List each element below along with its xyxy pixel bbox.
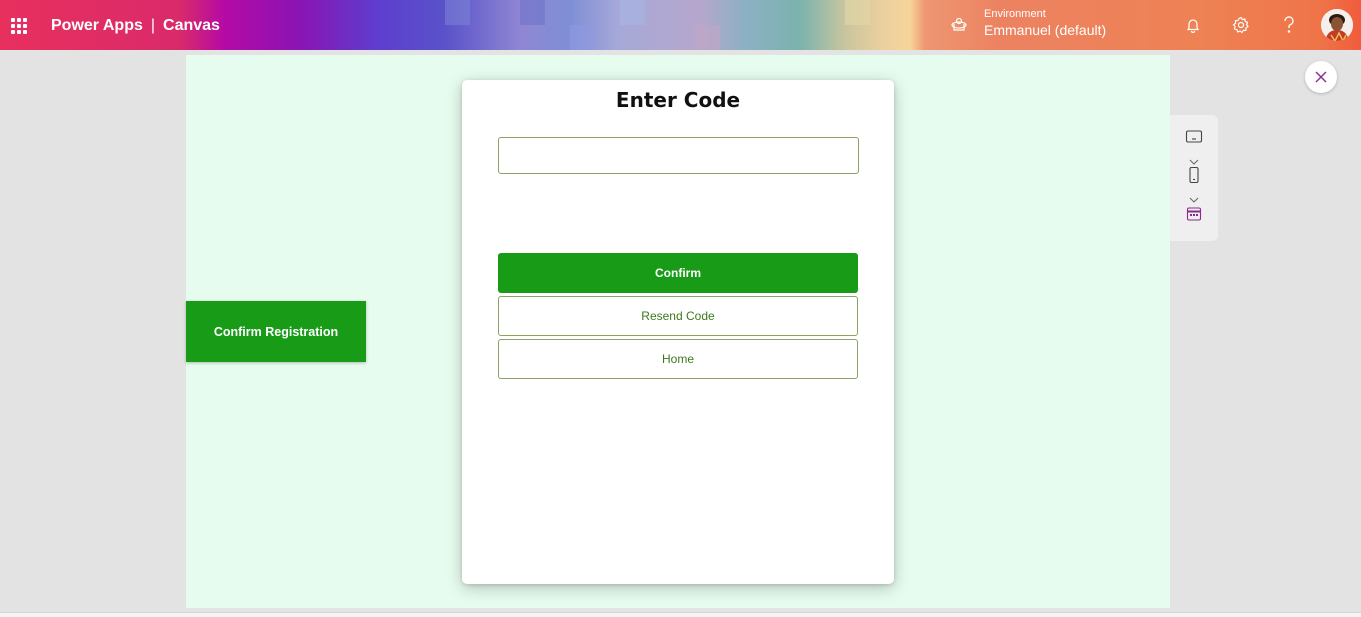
app-name: Power Apps	[51, 17, 143, 34]
enter-code-dialog: Enter Code Confirm Resend Code Home	[462, 80, 894, 584]
home-button[interactable]: Home	[498, 339, 858, 379]
bottom-status-strip	[0, 612, 1361, 617]
header-decor-tile	[570, 25, 595, 50]
close-preview-button[interactable]	[1305, 61, 1337, 93]
brand-separator: |	[150, 17, 156, 34]
dialog-title: Enter Code	[615, 88, 741, 112]
environment-label: Environment	[984, 8, 1046, 20]
confirm-registration-label: Confirm Registration	[186, 301, 366, 362]
header-decor-tile	[695, 25, 720, 50]
phone-icon[interactable]	[1185, 166, 1203, 184]
resend-code-button[interactable]: Resend Code	[498, 296, 858, 336]
environment-selector[interactable]: Emmanuel (default)	[984, 22, 1106, 38]
chevron-down-icon[interactable]	[1188, 151, 1200, 165]
chevron-down-icon[interactable]	[1188, 189, 1200, 203]
environment-icon[interactable]	[950, 16, 968, 34]
app-mode: Canvas	[163, 17, 220, 34]
code-input[interactable]	[498, 137, 859, 174]
avatar[interactable]	[1321, 9, 1353, 41]
gear-icon[interactable]	[1231, 15, 1251, 35]
header-decor-tile	[520, 0, 545, 25]
calendar-icon[interactable]	[1185, 205, 1203, 223]
top-header-bar: Power Apps | Canvas Environment Emmanuel (…	[0, 0, 1361, 50]
header-decor-tile	[845, 0, 870, 25]
help-icon[interactable]	[1279, 15, 1299, 35]
header-decor-tile	[620, 0, 645, 25]
close-icon	[1315, 71, 1327, 83]
app-canvas: Confirm Registration Enter Code Confirm …	[186, 55, 1170, 608]
waffle-icon[interactable]	[11, 18, 27, 34]
tablet-icon[interactable]	[1185, 128, 1203, 146]
app-brand: Power Apps | Canvas	[51, 17, 220, 35]
confirm-button[interactable]: Confirm	[498, 253, 858, 293]
header-decor-tile	[445, 0, 470, 25]
device-panel	[1170, 115, 1218, 241]
bell-icon[interactable]	[1183, 15, 1203, 35]
